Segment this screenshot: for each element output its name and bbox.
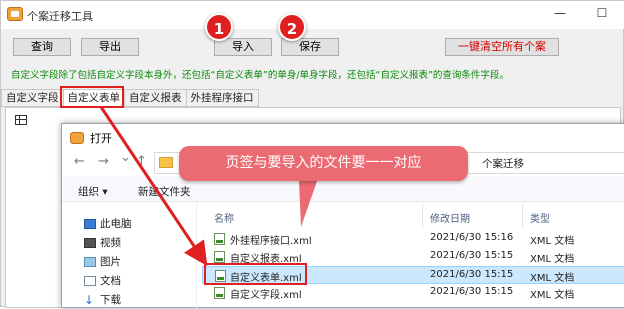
maximize-button[interactable]: ☐ <box>591 3 613 23</box>
file-row[interactable]: 自定义字段.xml 2021/6/30 15:15 XML 文档 <box>202 284 624 302</box>
video-icon <box>84 237 96 248</box>
column-divider <box>522 204 523 228</box>
window-title: 个案迁移工具 <box>27 10 93 23</box>
clear-all-button[interactable]: 一键清空所有个案 <box>445 38 559 56</box>
tab-highlight-box <box>60 86 124 108</box>
grid-icon[interactable] <box>15 115 27 125</box>
dialog-app-icon <box>70 132 84 144</box>
tab-custom-field[interactable]: 自定义字段 <box>1 89 64 107</box>
document-icon <box>84 275 96 286</box>
callout-bubble: 页签与要导入的文件要一一对应 <box>179 146 468 181</box>
step-marker-2: 2 <box>278 13 306 41</box>
address-path: 个案迁移 <box>482 158 524 170</box>
dialog-title: 打开 <box>90 132 112 145</box>
hint-text: 自定义字段除了包括自定义字段本身外，还包括“自定义表单”的单身/单身字段，还包括… <box>11 70 509 81</box>
tab-plugin-interface[interactable]: 外挂程序接口 <box>185 89 259 107</box>
xml-file-icon <box>214 233 225 245</box>
computer-icon <box>84 218 96 229</box>
export-button[interactable]: 导出 <box>81 38 139 56</box>
file-highlight-box <box>204 263 307 285</box>
up-folder-icon[interactable]: ↑ <box>136 154 147 169</box>
download-icon: ↓ <box>84 292 95 307</box>
title-bar: 个案迁移工具 — ☐ <box>1 1 624 29</box>
navigation-pane: 此电脑 视频 图片 文档 ↓ 下载 <box>62 202 197 309</box>
nav-item-documents[interactable]: 文档 <box>84 273 121 288</box>
step-marker-1: 1 <box>205 13 233 41</box>
nav-item-videos[interactable]: 视频 <box>84 235 121 250</box>
minimize-button[interactable]: — <box>549 3 571 23</box>
app-window: 个案迁移工具 — ☐ 查询 导出 导入 保存 一键清空所有个案 自定义字段除了包… <box>0 0 624 309</box>
history-dropdown-icon[interactable]: ⌄ <box>120 150 131 165</box>
xml-file-icon <box>214 287 225 299</box>
folder-icon <box>159 157 173 168</box>
column-type[interactable]: 类型 <box>530 210 550 225</box>
column-divider <box>422 204 423 228</box>
organize-menu[interactable]: 组织 ▾ <box>78 184 108 199</box>
forward-arrow-icon[interactable]: → <box>98 154 109 169</box>
query-button[interactable]: 查询 <box>13 38 71 56</box>
tab-custom-report[interactable]: 自定义报表 <box>124 89 187 107</box>
column-name[interactable]: 名称 <box>214 210 234 225</box>
import-button[interactable]: 导入 <box>214 38 272 56</box>
xml-file-icon <box>214 251 225 263</box>
new-folder-button[interactable]: 新建文件夹 <box>138 184 191 199</box>
app-icon <box>7 7 23 21</box>
file-row[interactable]: 外挂程序接口.xml 2021/6/30 15:16 XML 文档 <box>202 230 624 248</box>
nav-item-pictures[interactable]: 图片 <box>84 254 121 269</box>
nav-item-downloads[interactable]: ↓ 下载 <box>84 292 121 307</box>
picture-icon <box>84 256 96 267</box>
tab-strip: 自定义字段 自定义表单 自定义报表 外挂程序接口 <box>1 89 259 107</box>
nav-item-this-pc[interactable]: 此电脑 <box>84 216 132 231</box>
back-arrow-icon[interactable]: ← <box>74 154 85 169</box>
column-date[interactable]: 修改日期 <box>430 210 470 225</box>
